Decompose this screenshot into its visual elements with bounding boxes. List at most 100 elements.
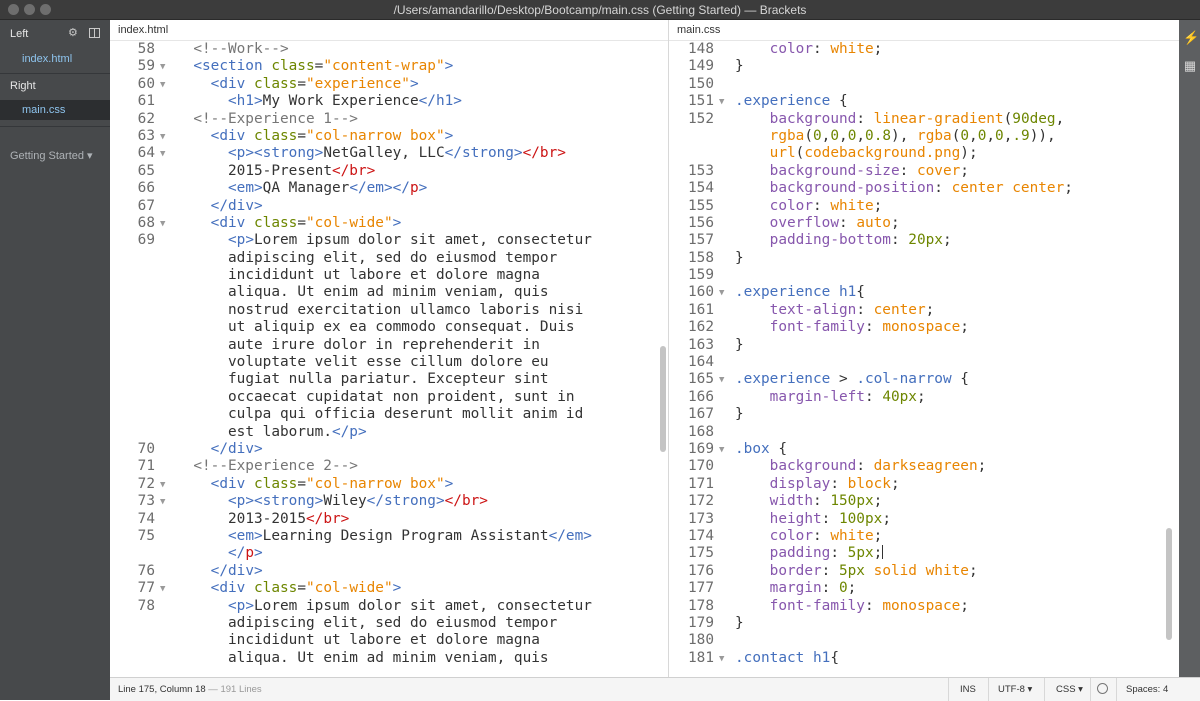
language-dropdown[interactable]: CSS ▾ [1056, 684, 1083, 695]
fold-arrow-icon[interactable]: ▼ [719, 372, 724, 389]
code-text[interactable]: <p>Lorem ipsum dolor sit amet, consectet… [228, 232, 592, 249]
code-text[interactable]: } [735, 58, 744, 75]
code-line[interactable]: 63 ▼ <div class="col-narrow box"> [110, 128, 668, 145]
code-text[interactable]: occaecat cupidatat non proident, sunt in [228, 389, 575, 406]
code-text[interactable]: text-align: center; [770, 302, 935, 319]
code-line[interactable]: 181 ▼ .contact h1{ [669, 650, 1179, 667]
fold-arrow-icon[interactable]: ▼ [719, 651, 724, 668]
code-line[interactable]: 72 ▼ <div class="col-narrow box"> [110, 476, 668, 493]
code-text[interactable]: background: linear-gradient(90deg, [770, 111, 1065, 128]
code-line[interactable]: 62 <!--Experience 1--> [110, 111, 668, 128]
code-text[interactable]: 2015-Present</br> [228, 163, 375, 180]
insert-mode-toggle[interactable]: INS [960, 684, 976, 695]
code-text[interactable]: .box { [735, 441, 787, 458]
code-line[interactable]: 150 [669, 76, 1179, 93]
code-line[interactable]: aliqua. Ut enim ad minim veniam, quis [110, 284, 668, 301]
left-editor-pane[interactable]: index.html 58 <!--Work--> 59 ▼ <section clas… [110, 20, 668, 677]
code-line[interactable]: incididunt ut labore et dolore magna [110, 632, 668, 649]
code-line[interactable]: 156 overflow: auto; [669, 215, 1179, 232]
code-line[interactable]: 154 background-position: center center; [669, 180, 1179, 197]
code-line[interactable]: ut aliquip ex ea commodo consequat. Duis [110, 319, 668, 336]
code-text[interactable]: padding-bottom: 20px; [770, 232, 952, 249]
code-text[interactable]: <div class="col-narrow box"> [211, 128, 454, 145]
linter-status-icon[interactable] [1097, 683, 1108, 694]
code-text[interactable]: <h1>My Work Experience</h1> [228, 93, 462, 110]
code-line[interactable]: 76 </div> [110, 563, 668, 580]
live-preview-icon[interactable]: ⚡ [1183, 30, 1199, 46]
code-line[interactable]: 148 color: white; [669, 41, 1179, 58]
code-text[interactable]: voluptate velit esse cillum dolore eu [228, 354, 549, 371]
code-line[interactable]: 68 ▼ <div class="col-wide"> [110, 215, 668, 232]
code-text[interactable]: incididunt ut labore et dolore magna [228, 267, 540, 284]
fold-arrow-icon[interactable]: ▼ [160, 581, 165, 598]
code-line[interactable]: 177 margin: 0; [669, 580, 1179, 597]
right-code-area[interactable]: 148 color: white; 149} 150 151 ▼ .experience {… [669, 41, 1179, 667]
code-line[interactable]: rgba(0,0,0,0.8), rgba(0,0,0,.9)), [669, 128, 1179, 145]
code-text[interactable]: } [735, 406, 744, 423]
code-line[interactable]: 162 font-family: monospace; [669, 319, 1179, 336]
code-line[interactable]: 75 <em>Learning Design Program Assistant<… [110, 528, 668, 545]
fold-arrow-icon[interactable]: ▼ [719, 442, 724, 459]
code-line[interactable]: 73 ▼ <p><strong>Wiley</strong></br> [110, 493, 668, 510]
code-line[interactable]: 172 width: 150px; [669, 493, 1179, 510]
code-text[interactable]: <!--Work--> [193, 41, 288, 58]
sidebar-file-index-html[interactable]: index.html [0, 49, 110, 69]
code-line[interactable]: est laborum.</p> [110, 424, 668, 441]
code-line[interactable]: occaecat cupidatat non proident, sunt in [110, 389, 668, 406]
code-text[interactable]: color: white; [770, 198, 883, 215]
code-line[interactable]: 66 <em>QA Manager</em></p> [110, 180, 668, 197]
code-text[interactable]: border: 5px solid white; [770, 563, 978, 580]
code-text[interactable]: font-family: monospace; [770, 319, 969, 336]
code-text[interactable]: display: block; [770, 476, 900, 493]
fold-arrow-icon[interactable]: ▼ [160, 477, 165, 494]
code-text[interactable]: </p> [228, 545, 263, 562]
code-text[interactable]: adipiscing elit, sed do eiusmod tempor [228, 250, 557, 267]
code-line[interactable]: 67 </div> [110, 198, 668, 215]
code-text[interactable]: rgba(0,0,0,0.8), rgba(0,0,0,.9)), [770, 128, 1056, 145]
code-text[interactable]: culpa qui officia deserunt mollit anim i… [228, 406, 583, 423]
right-pane-filename[interactable]: main.css [669, 20, 1179, 41]
code-text[interactable]: <p><strong>NetGalley, LLC</strong></br> [228, 145, 566, 162]
code-line[interactable]: adipiscing elit, sed do eiusmod tempor [110, 615, 668, 632]
code-text[interactable]: background-position: center center; [770, 180, 1073, 197]
code-text[interactable]: <div class="experience"> [211, 76, 419, 93]
code-line[interactable]: 59 ▼ <section class="content-wrap"> [110, 58, 668, 75]
code-text[interactable]: overflow: auto; [770, 215, 900, 232]
code-line[interactable]: 158} [669, 250, 1179, 267]
code-text[interactable]: </div> [211, 198, 263, 215]
fold-arrow-icon[interactable]: ▼ [160, 77, 165, 94]
code-line[interactable]: 70 </div> [110, 441, 668, 458]
code-text[interactable]: <div class="col-narrow box"> [211, 476, 454, 493]
right-editor-pane[interactable]: main.css 148 color: white; 149} 150 151 ▼ .exp… [669, 20, 1179, 677]
indent-spaces-setting[interactable]: Spaces: 4 [1126, 684, 1168, 695]
code-line[interactable]: aute irure dolor in reprehenderit in [110, 337, 668, 354]
code-line[interactable]: 69 <p>Lorem ipsum dolor sit amet, consect… [110, 232, 668, 249]
code-line[interactable]: nostrud exercitation ullamco laboris nis… [110, 302, 668, 319]
code-line[interactable]: 157 padding-bottom: 20px; [669, 232, 1179, 249]
code-text[interactable]: .experience h1{ [735, 284, 865, 301]
code-text[interactable]: aliqua. Ut enim ad minim veniam, quis [228, 650, 549, 667]
left-pane-filename[interactable]: index.html [110, 20, 668, 41]
code-line[interactable]: fugiat nulla pariatur. Excepteur sint [110, 371, 668, 388]
code-text[interactable]: 2013-2015</br> [228, 511, 349, 528]
code-text[interactable]: url(codebackground.png); [770, 145, 978, 162]
code-text[interactable]: <em>Learning Design Program Assistant</e… [228, 528, 592, 545]
code-line[interactable]: 151 ▼ .experience { [669, 93, 1179, 110]
code-text[interactable]: color: white; [770, 41, 883, 58]
fold-arrow-icon[interactable]: ▼ [160, 216, 165, 233]
code-line[interactable]: 164 [669, 354, 1179, 371]
code-text[interactable]: <p><strong>Wiley</strong></br> [228, 493, 488, 510]
code-text[interactable]: nostrud exercitation ullamco laboris nis… [228, 302, 583, 319]
extension-manager-icon[interactable]: ▦ [1183, 58, 1197, 74]
code-line[interactable]: 161 text-align: center; [669, 302, 1179, 319]
left-code-area[interactable]: 58 <!--Work--> 59 ▼ <section class="content-… [110, 41, 668, 667]
code-text[interactable]: } [735, 250, 744, 267]
code-line[interactable]: incididunt ut labore et dolore magna [110, 267, 668, 284]
code-line[interactable]: 165 ▼ .experience > .col-narrow { [669, 371, 1179, 388]
code-text[interactable]: font-family: monospace; [770, 598, 969, 615]
sidebar-file-main-css[interactable]: main.css [0, 100, 110, 120]
code-line[interactable]: culpa qui officia deserunt mollit anim i… [110, 406, 668, 423]
code-line[interactable]: 71 <!--Experience 2--> [110, 458, 668, 475]
fold-arrow-icon[interactable]: ▼ [160, 146, 165, 163]
code-text[interactable]: <section class="content-wrap"> [193, 58, 453, 75]
